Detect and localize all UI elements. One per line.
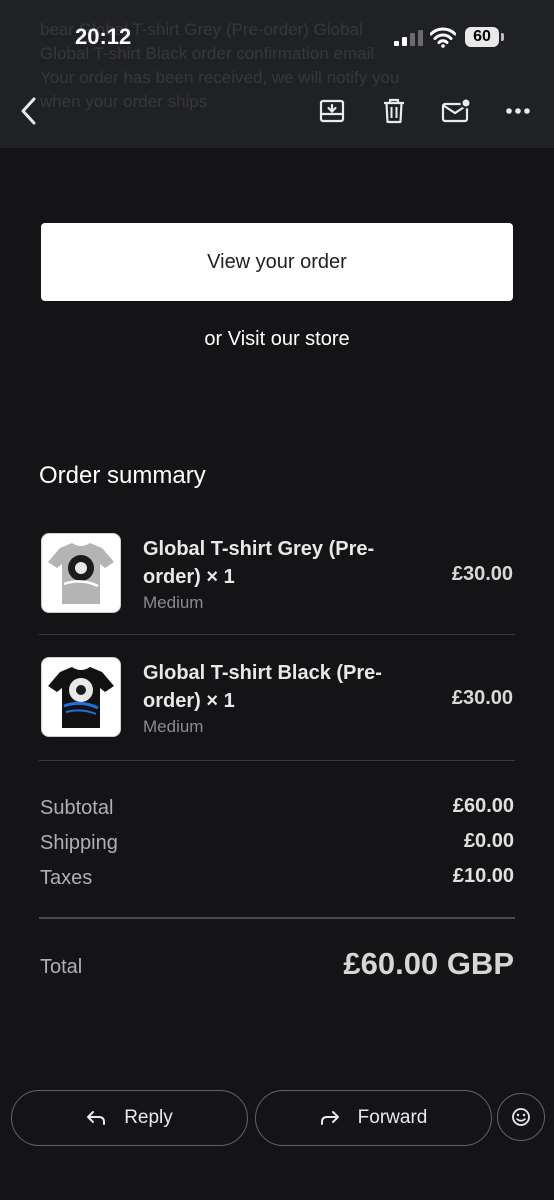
archive-icon: [319, 99, 345, 123]
item-divider: [39, 634, 515, 635]
shipping-value: £0.00: [463, 830, 514, 852]
forward-button[interactable]: Forward: [255, 1090, 492, 1146]
total-value: £60.00 GBP: [343, 946, 514, 981]
tshirt-black-icon: [48, 667, 114, 728]
mark-unread-button[interactable]: [439, 94, 473, 128]
taxes-label: Taxes: [40, 867, 93, 889]
more-options-button[interactable]: [501, 94, 535, 128]
shipping-label: Shipping: [40, 832, 118, 854]
mark-unread-icon: [441, 98, 471, 123]
cellular-signal-icon: [394, 30, 423, 46]
reply-button[interactable]: Reply: [11, 1090, 248, 1146]
status-time: 20:12: [75, 24, 132, 49]
item-variant: Medium: [143, 717, 204, 736]
total-label: Total: [40, 956, 83, 978]
forward-icon: [320, 1111, 339, 1125]
back-button[interactable]: [12, 94, 46, 128]
taxes-value: £10.00: [452, 865, 514, 887]
tshirt-grey-icon: [48, 543, 114, 604]
item-variant: Medium: [143, 593, 204, 612]
item-price: £30.00: [451, 563, 513, 585]
product-thumbnail: [41, 657, 121, 737]
battery-tip: [501, 33, 504, 41]
emoji-reaction-button[interactable]: [497, 1093, 545, 1141]
item-name: Global T-shirt Grey (Pre-order) × 1: [143, 538, 375, 588]
total-divider: [39, 917, 515, 919]
forward-label: Forward: [357, 1107, 428, 1128]
subtotal-label: Subtotal: [40, 797, 114, 819]
visit-store-prefix: or: [204, 328, 228, 350]
item-name: Global T-shirt Black (Pre-order) × 1: [143, 662, 382, 712]
battery-indicator: 60: [465, 27, 499, 47]
reply-label: Reply: [124, 1107, 173, 1128]
order-item: Global T-shirt Grey (Pre-order) × 1 Medi…: [41, 533, 515, 615]
wifi-icon: [430, 27, 456, 48]
visit-store-link[interactable]: Visit our store: [228, 328, 350, 350]
items-divider: [39, 760, 515, 761]
more-horizontal-icon: [506, 108, 530, 114]
order-item: Global T-shirt Black (Pre-order) × 1 Med…: [41, 657, 515, 739]
trash-icon: [384, 98, 404, 124]
subtotal-value: £60.00: [452, 795, 514, 817]
reply-icon: [87, 1111, 106, 1125]
archive-button[interactable]: [315, 94, 349, 128]
back-arrow-icon: [21, 97, 36, 125]
visit-store-line: or Visit our store: [0, 328, 554, 351]
emoji-reaction-icon: [512, 1108, 530, 1126]
top-app-bar: bear Global T-shirt Grey (Pre-order) Glo…: [0, 0, 554, 148]
item-price: £30.00: [451, 687, 513, 709]
delete-button[interactable]: [377, 94, 411, 128]
product-thumbnail: [41, 533, 121, 613]
view-order-button[interactable]: View your order: [41, 223, 513, 301]
order-summary-title: Order summary: [39, 462, 206, 489]
